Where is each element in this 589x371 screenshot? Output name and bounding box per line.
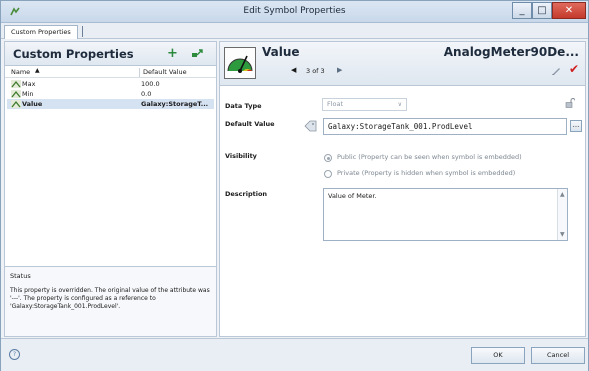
- data-type-select[interactable]: Float ∨: [322, 98, 407, 111]
- meter-property-icon: [11, 100, 21, 108]
- tab-separator: [82, 26, 83, 37]
- column-name[interactable]: Name: [11, 68, 30, 76]
- window-title: Edit Symbol Properties: [243, 6, 346, 16]
- title-bar: Edit Symbol Properties _ □ ✕: [1, 1, 588, 23]
- meter-property-icon: [11, 80, 21, 88]
- property-details-header: Value ◀ 3 of 3 ▶ AnalogMeter90De... ✔: [220, 42, 585, 86]
- visibility-private-radio[interactable]: [324, 170, 332, 178]
- status-area: Status This property is overridden. The …: [5, 266, 216, 336]
- property-row-min[interactable]: Min 0.0: [7, 89, 214, 99]
- property-position: 3 of 3: [306, 67, 325, 75]
- lock-icon[interactable]: [565, 98, 575, 108]
- property-name: Value: [22, 100, 43, 108]
- property-default-value: Galaxy:StorageT...: [141, 100, 209, 108]
- scroll-up-icon[interactable]: ▲: [560, 191, 565, 198]
- property-name: Max: [22, 80, 36, 88]
- description-textarea[interactable]: Value of Meter. ▲ ▼: [323, 188, 568, 241]
- default-value-input[interactable]: Galaxy:StorageTank_001.ProdLevel: [323, 118, 567, 135]
- analog-meter-icon: [224, 47, 256, 79]
- scroll-down-icon[interactable]: ▼: [560, 231, 565, 238]
- property-name-heading: Value: [262, 45, 300, 59]
- visibility-private-label: Private (Property is hidden when symbol …: [337, 169, 516, 177]
- tag-icon[interactable]: [304, 120, 317, 132]
- cancel-button[interactable]: Cancel: [531, 347, 585, 364]
- status-title: Status: [10, 272, 31, 280]
- visibility-public-radio[interactable]: [324, 154, 332, 162]
- custom-properties-panel: Custom Properties + Name ▲ Default Value…: [4, 41, 217, 337]
- property-row-max[interactable]: Max 100.0: [7, 79, 214, 89]
- minimize-button[interactable]: _: [512, 2, 532, 19]
- properties-column-header: Name ▲ Default Value: [5, 67, 216, 78]
- chevron-down-icon: ∨: [397, 101, 402, 108]
- plus-icon[interactable]: +: [167, 46, 178, 61]
- browse-button[interactable]: ...: [570, 120, 582, 132]
- property-default-value: 0.0: [141, 90, 152, 98]
- edit-icon[interactable]: [551, 65, 562, 76]
- data-type-value: Float: [327, 100, 344, 108]
- description-scrollbar[interactable]: ▲ ▼: [557, 189, 567, 240]
- default-value-label: Default Value: [225, 120, 275, 128]
- edit-symbol-properties-window: Edit Symbol Properties _ □ ✕ Custom Prop…: [0, 0, 589, 371]
- description-text: Value of Meter.: [328, 192, 377, 200]
- check-icon[interactable]: ✔: [569, 62, 579, 76]
- help-icon[interactable]: ?: [9, 349, 20, 360]
- visibility-label: Visibility: [225, 152, 257, 160]
- status-text: This property is overridden. The origina…: [10, 287, 210, 310]
- ok-button[interactable]: OK: [471, 347, 525, 364]
- maximize-button[interactable]: □: [532, 2, 552, 19]
- column-default-value[interactable]: Default Value: [143, 68, 187, 76]
- custom-properties-title: Custom Properties: [13, 47, 134, 61]
- property-details-panel: Value ◀ 3 of 3 ▶ AnalogMeter90De... ✔ Da…: [219, 41, 586, 337]
- close-button[interactable]: ✕: [552, 2, 586, 19]
- next-property-button[interactable]: ▶: [337, 66, 342, 74]
- custom-properties-header: Custom Properties +: [5, 42, 216, 66]
- description-label: Description: [225, 190, 268, 198]
- property-default-value: 100.0: [141, 80, 160, 88]
- link-reference-icon[interactable]: [191, 48, 204, 58]
- tab-custom-properties[interactable]: Custom Properties: [4, 25, 78, 39]
- dialog-footer: ? OK Cancel: [1, 338, 588, 371]
- symbol-name: AnalogMeter90De...: [443, 45, 579, 59]
- previous-property-button[interactable]: ◀: [291, 66, 296, 74]
- column-divider[interactable]: [139, 68, 140, 77]
- meter-property-icon: [11, 90, 21, 98]
- data-type-label: Data Type: [225, 102, 262, 110]
- property-name: Min: [22, 90, 34, 98]
- sort-ascending-icon: ▲: [35, 67, 40, 74]
- property-row-value[interactable]: Value Galaxy:StorageT...: [7, 99, 214, 109]
- visibility-public-label: Public (Property can be seen when symbol…: [337, 153, 522, 161]
- tab-strip: Custom Properties: [1, 23, 588, 39]
